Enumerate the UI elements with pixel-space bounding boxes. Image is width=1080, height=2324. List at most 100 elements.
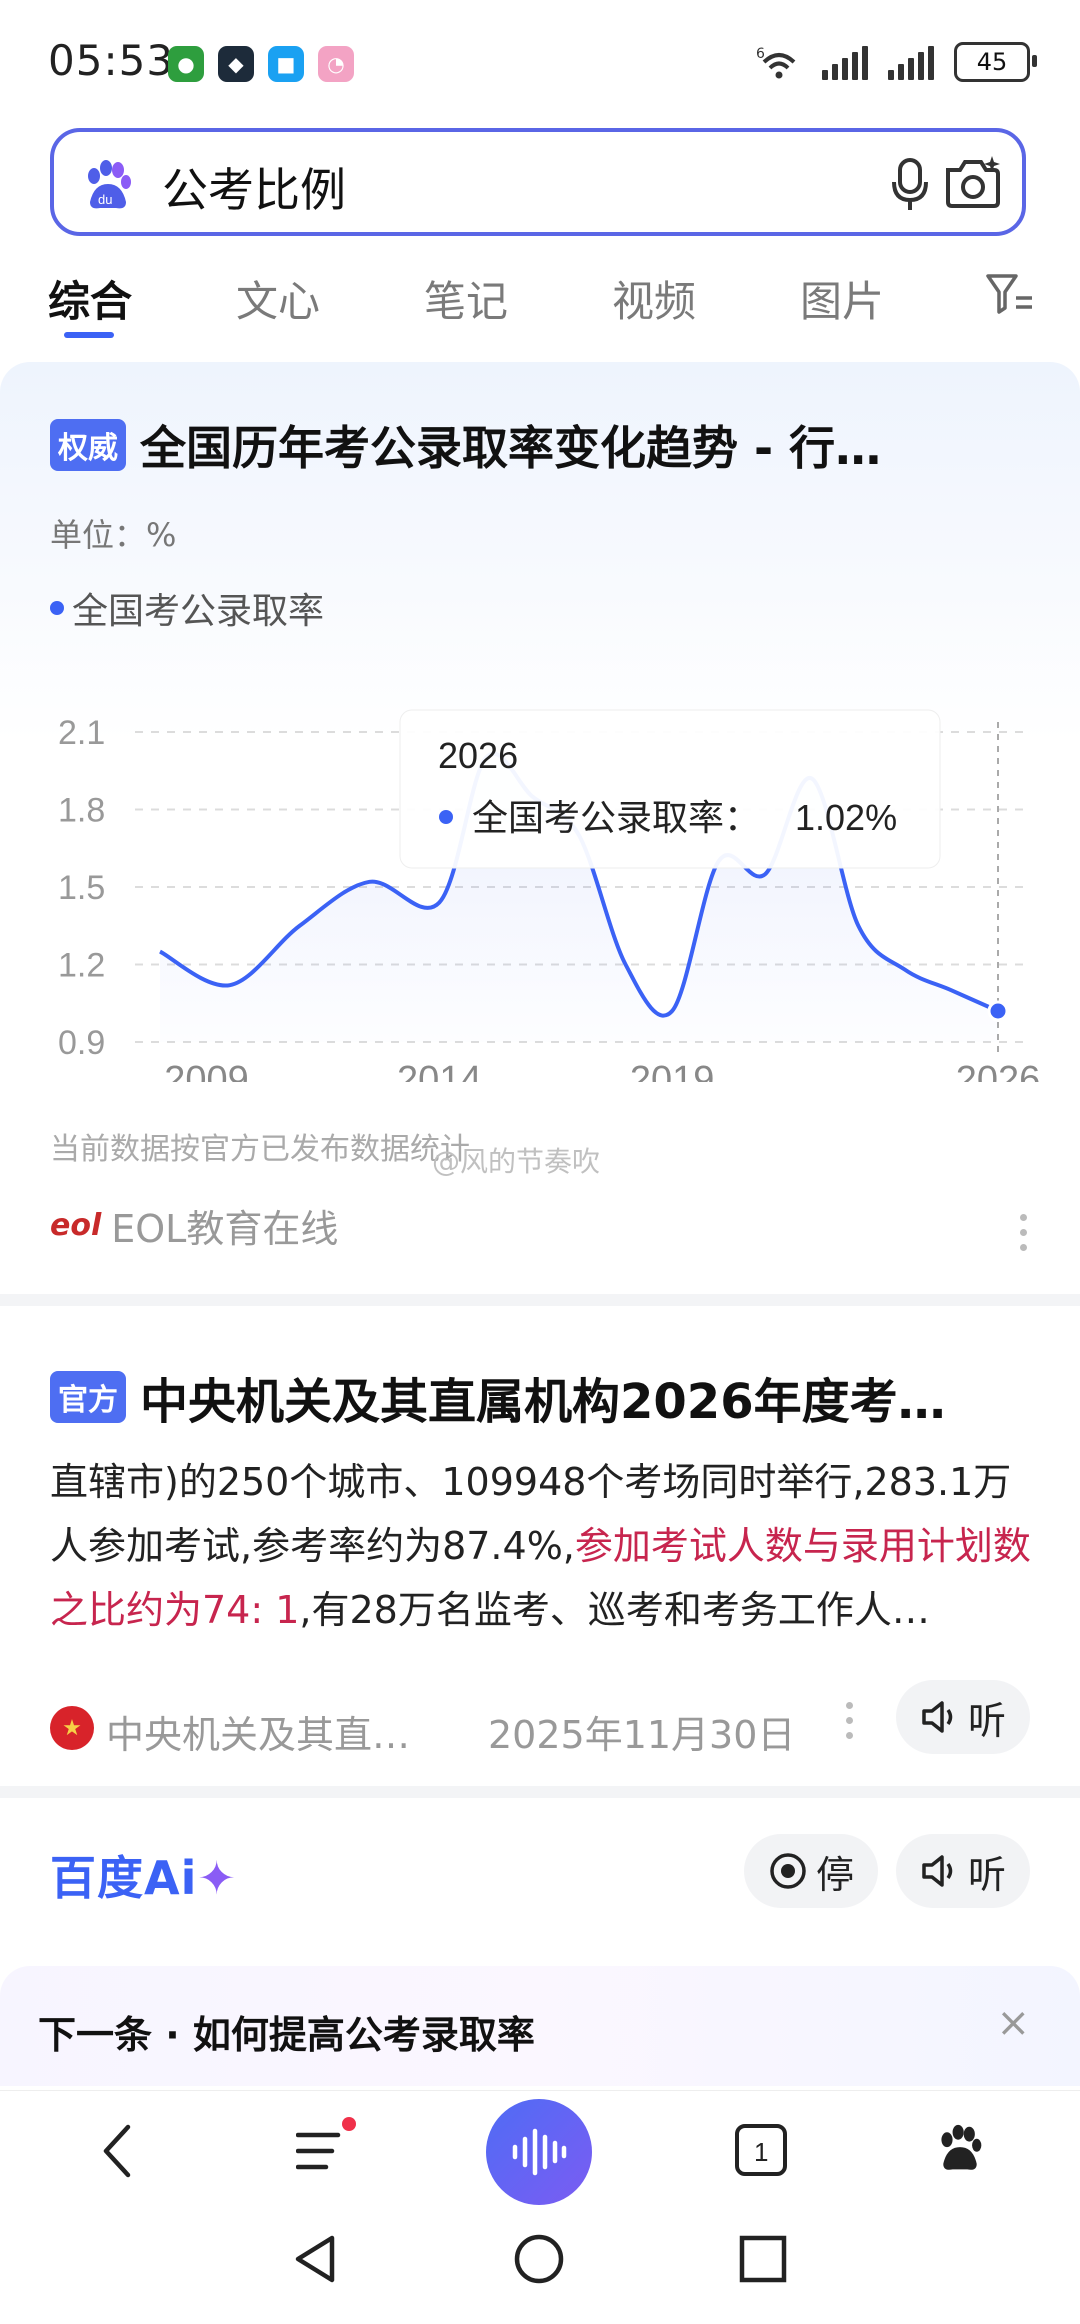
stop-label: 停 <box>815 1852 854 1897</box>
battery-level: 45 <box>976 48 1008 76</box>
baidu-paw-icon: du <box>88 160 131 209</box>
y-tick-label: 0.9 <box>58 1024 105 1062</box>
tab-all[interactable]: 综合 <box>48 268 132 329</box>
x-tick-label: 2019 <box>630 1059 715 1082</box>
search-tabs: 综合 文心 笔记 视频 图片 <box>0 260 1080 340</box>
y-axis-ticks: 0.9 1.2 1.5 1.8 2.1 <box>58 714 105 1062</box>
legend-dot <box>50 601 64 615</box>
listen-button[interactable]: 听 <box>896 1834 1030 1908</box>
result-snippet[interactable]: 直辖市)的250个城市、109948个考场同时举行,283.1万人参加考试,参考… <box>50 1450 1040 1642</box>
tooltip-year: 2026 <box>438 735 518 776</box>
notification-icons: ● ◆ ■ ◔ <box>168 46 354 82</box>
eol-logo-icon: eol <box>50 1208 102 1243</box>
listen-label: 听 <box>967 1852 1006 1897</box>
tooltip-label: 全国考公录取率： <box>472 798 760 839</box>
baidu-ai-panel: 百度Ai✦ 停 听 <box>0 1800 1080 1960</box>
card-title-row[interactable]: 权威 全国历年考公录取率变化趋势 - 行… <box>50 412 881 478</box>
highlighted-point <box>987 1000 1009 1022</box>
microphone-icon[interactable] <box>890 156 930 212</box>
source-row[interactable]: eol EOL教育在线 <box>50 1198 338 1253</box>
tooltip-dot <box>439 810 453 824</box>
tab-images[interactable]: 图片 <box>800 268 884 329</box>
chart-unit: 单位：% <box>50 516 177 554</box>
message-notification-icon: ■ <box>268 46 304 82</box>
x-tick-label: 2014 <box>397 1059 482 1082</box>
result-footer: ★ 中央机关及其直… 2025年11月30日 <box>50 1692 1030 1762</box>
wifi-icon: 6 <box>756 46 796 79</box>
next-item-banner[interactable]: 下一条 · 如何提高公考录取率 × <box>0 1966 1080 2086</box>
system-recents-icon[interactable] <box>738 2234 788 2284</box>
baidu-ai-logo: 百度Ai✦ <box>50 1842 237 1908</box>
bottom-navigation: 1 <box>0 2090 1080 2211</box>
system-navigation-bar <box>0 2210 1080 2324</box>
menu-icon[interactable] <box>296 2129 346 2175</box>
status-bar: 05:53 ● ◆ ■ ◔ 6 45 <box>0 0 1080 120</box>
official-result-card[interactable]: 官方 中央机关及其直属机构2026年度考… 直辖市)的250个城市、109948… <box>0 1308 1080 1788</box>
more-options-icon[interactable] <box>1020 1214 1028 1259</box>
y-tick-label: 1.8 <box>58 792 105 830</box>
camera-search-icon[interactable] <box>942 154 1004 212</box>
legend-label: 全国考公录取率 <box>72 591 325 632</box>
snippet-text: ,有28万名监考、巡考和考务工作人… <box>299 1588 930 1632</box>
divider <box>0 1294 1080 1306</box>
signal-icon <box>822 44 868 80</box>
svg-text:6: 6 <box>756 46 765 62</box>
y-tick-label: 1.5 <box>58 869 105 907</box>
chart-tooltip: 2026 全国考公录取率： 1.02% <box>399 709 941 869</box>
signal-icon <box>888 44 934 80</box>
tabs-count-icon[interactable]: 1 <box>734 2123 788 2177</box>
battery-icon: 45 <box>954 42 1037 82</box>
listen-button[interactable]: 听 <box>896 1680 1030 1754</box>
data-note: 当前数据按官方已发布数据统计 <box>50 1132 470 1167</box>
stop-icon <box>770 1853 806 1889</box>
result-title[interactable]: 中央机关及其直属机构2026年度考… <box>140 1362 946 1432</box>
close-icon[interactable]: × <box>996 2000 1030 2046</box>
y-tick-label: 2.1 <box>58 714 105 752</box>
official-badge: 官方 <box>50 1371 126 1423</box>
chart-legend: 全国考公录取率 <box>50 582 324 634</box>
more-options-icon[interactable] <box>846 1702 854 1747</box>
voice-wave-icon <box>512 2128 567 2176</box>
app-notification-icon: ◔ <box>318 46 354 82</box>
publish-date: 2025年11月30日 <box>488 1713 796 1757</box>
x-tick-label: 2026 <box>956 1059 1041 1082</box>
speaker-icon <box>922 1701 953 1733</box>
next-item-text[interactable]: 下一条 · 如何提高公考录取率 <box>38 2004 535 2059</box>
authority-badge: 权威 <box>50 419 126 471</box>
source-name[interactable]: 中央机关及其直… <box>106 1704 410 1759</box>
tooltip-value: 1.02% <box>795 797 897 838</box>
watermark: @风的节奏吹 <box>432 1145 601 1178</box>
line-chart[interactable]: 0.9 1.2 1.5 1.8 2.1 2009 2014 2019 2026 2026 全国… <box>0 652 1080 1082</box>
x-tick-label: 2009 <box>164 1059 249 1082</box>
source-name[interactable]: EOL教育在线 <box>111 1198 338 1253</box>
brand-text: 百度Ai <box>50 1851 198 1905</box>
national-emblem-icon: ★ <box>50 1706 94 1750</box>
active-tab-indicator <box>64 332 114 338</box>
voice-assistant-button[interactable] <box>486 2099 592 2205</box>
system-back-icon[interactable] <box>290 2232 340 2286</box>
tab-wenxin[interactable]: 文心 <box>236 268 320 329</box>
app-notification-icon: ● <box>168 46 204 82</box>
tooltip-box <box>399 709 941 869</box>
filter-icon[interactable] <box>986 272 1034 316</box>
authority-result-card[interactable]: 权威 全国历年考公录取率变化趋势 - 行… 单位：% 全国考公录取率 0.9 1.… <box>0 362 1080 1292</box>
search-input[interactable]: 公考比例 <box>162 154 346 220</box>
status-indicators: 6 45 <box>756 42 1037 82</box>
tab-video[interactable]: 视频 <box>612 268 696 329</box>
x-axis-ticks: 2009 2014 2019 2026 <box>164 1059 1040 1082</box>
card-title-row[interactable]: 官方 中央机关及其直属机构2026年度考… <box>50 1362 946 1432</box>
speaker-icon <box>922 1855 953 1887</box>
divider <box>0 1786 1080 1798</box>
back-icon[interactable] <box>98 2121 138 2181</box>
search-box[interactable]: du 公考比例 <box>50 128 1026 236</box>
y-tick-label: 1.2 <box>58 947 105 985</box>
sparkle-icon: ✦ <box>197 1851 237 1905</box>
listen-label: 听 <box>967 1698 1006 1743</box>
stop-button[interactable]: 停 <box>744 1834 878 1908</box>
result-title[interactable]: 全国历年考公录取率变化趋势 - 行… <box>140 412 881 478</box>
system-home-icon[interactable] <box>512 2232 566 2286</box>
status-time: 05:53 <box>48 36 175 85</box>
tab-notes[interactable]: 笔记 <box>424 268 508 329</box>
baidu-home-icon[interactable] <box>934 2123 986 2175</box>
svg-text:1: 1 <box>754 2137 768 2167</box>
